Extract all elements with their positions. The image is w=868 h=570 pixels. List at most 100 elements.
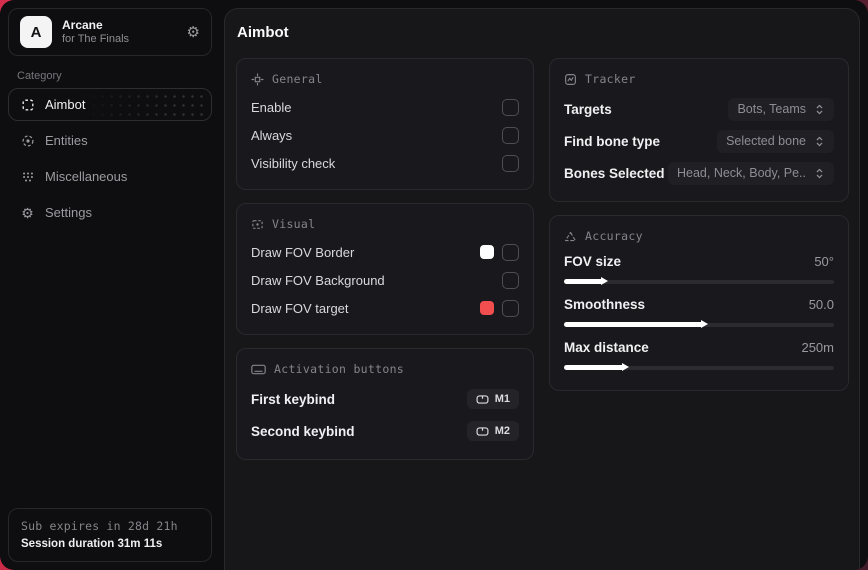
page-title: Aimbot: [237, 24, 289, 41]
max-distance-slider-group: Max distance 250m: [564, 336, 834, 372]
setting-row-draw-fov-border: Draw FOV Border: [251, 238, 519, 266]
fov-size-slider[interactable]: [564, 277, 834, 286]
bones-selected-select[interactable]: Head, Neck, Body, Pe..: [668, 161, 834, 185]
card-header-label: Visual: [272, 217, 316, 231]
slider-value: 50.0: [808, 296, 834, 312]
general-card-header: General: [251, 72, 519, 86]
setting-label: Smoothness: [564, 296, 646, 312]
color-swatch[interactable]: [480, 301, 494, 315]
general-card: General Enable Always Visibility check: [236, 58, 534, 190]
always-checkbox[interactable]: [502, 126, 519, 144]
setting-row-enable: Enable: [251, 93, 519, 121]
color-swatch[interactable]: [480, 245, 494, 259]
sub-expiry-text: Sub expires in 28d 21h: [21, 519, 178, 533]
accuracy-card-header: Accuracy: [564, 229, 834, 243]
card-columns: General Enable Always Visibility check V…: [236, 58, 849, 460]
setting-controls: [480, 243, 519, 261]
first-keybind-button[interactable]: M1: [466, 389, 519, 409]
setting-row-visibility-check: Visibility check: [251, 149, 519, 177]
brand-text: Arcane for The Finals: [62, 18, 129, 47]
setting-label: Enable: [251, 99, 292, 115]
setting-controls: [480, 299, 519, 317]
sidebar-item-label: Aimbot: [45, 97, 86, 112]
setting-row-bones-selected: Bones Selected Head, Neck, Body, Pe..: [564, 157, 834, 189]
slider-value: 250m: [801, 339, 834, 355]
gear-icon: ⚙: [21, 204, 34, 221]
setting-row-always: Always: [251, 121, 519, 149]
setting-label: Bones Selected: [564, 165, 665, 181]
card-header-label: Activation buttons: [274, 362, 405, 376]
sidebar-item-entities[interactable]: Entities: [8, 124, 212, 157]
setting-label: Draw FOV Border: [251, 244, 355, 260]
slider-fill[interactable]: [564, 363, 630, 371]
fov-size-slider-group: FOV size 50°: [564, 250, 834, 286]
scan-target-icon: [20, 133, 35, 148]
activation-card: Activation buttons First keybind M1 Seco…: [236, 348, 534, 460]
targets-select[interactable]: Bots, Teams: [728, 97, 834, 121]
triangle-icon: [564, 230, 577, 243]
sidebar-item-label: Settings: [45, 205, 92, 220]
slider-head: Max distance 250m: [564, 336, 834, 358]
setting-row-draw-fov-target: Draw FOV target: [251, 294, 519, 322]
second-keybind-button[interactable]: M2: [466, 421, 519, 441]
setting-row-targets: Targets Bots, Teams: [564, 93, 834, 125]
sidebar: A Arcane for The Finals ⚙ Category Aimbo…: [0, 0, 220, 570]
unfold-icon: [814, 103, 825, 116]
general-icon: [251, 72, 264, 86]
visual-card: Visual Draw FOV Border Draw FOV Backgrou…: [236, 203, 534, 335]
setting-row-second-keybind: Second keybind M2: [251, 415, 519, 447]
sidebar-item-label: Entities: [45, 133, 88, 148]
smoothness-slider[interactable]: [564, 320, 834, 329]
sidebar-item-settings[interactable]: ⚙ Settings: [8, 196, 212, 229]
enable-checkbox[interactable]: [502, 98, 519, 116]
sidebar-item-miscellaneous[interactable]: Miscellaneous: [8, 160, 212, 193]
find-bone-type-select[interactable]: Selected bone: [717, 129, 834, 153]
unfold-icon: [814, 135, 825, 148]
tracker-card: Tracker Targets Bots, Teams Find bone ty…: [549, 58, 849, 202]
select-value: Selected bone: [726, 134, 806, 148]
card-header-label: General: [272, 72, 323, 86]
activation-card-header: Activation buttons: [251, 362, 519, 376]
subscription-info: Sub expires in 28d 21h Session duration …: [8, 508, 212, 562]
setting-label: First keybind: [251, 391, 336, 407]
slider-fill[interactable]: [564, 277, 608, 285]
main-panel: Aimbot General Enable Always Visibility …: [224, 8, 860, 570]
setting-row-draw-fov-background: Draw FOV Background: [251, 266, 519, 294]
keybind-value: M2: [494, 425, 510, 437]
visibility-check-checkbox[interactable]: [502, 154, 519, 172]
select-value: Bots, Teams: [737, 102, 806, 116]
accuracy-card: Accuracy FOV size 50° Smoothness 50.0 Ma…: [549, 215, 849, 391]
slider-fill[interactable]: [564, 320, 708, 328]
crosshair-frame-icon: [20, 97, 35, 112]
unfold-icon: [814, 167, 825, 180]
draw-fov-target-checkbox[interactable]: [502, 299, 519, 317]
brand-card: A Arcane for The Finals ⚙: [8, 8, 212, 56]
sidebar-item-aimbot[interactable]: Aimbot: [8, 88, 212, 121]
setting-label: Max distance: [564, 339, 649, 355]
app-subtitle: for The Finals: [62, 33, 130, 46]
select-value: Head, Neck, Body, Pe..: [677, 166, 806, 180]
category-label: Category: [17, 70, 62, 82]
app-logo-letter: A: [30, 23, 42, 41]
left-column: General Enable Always Visibility check V…: [236, 58, 534, 460]
tracker-card-header: Tracker: [564, 72, 834, 86]
slider-head: Smoothness 50.0: [564, 293, 834, 315]
app-window: A Arcane for The Finals ⚙ Category Aimbo…: [0, 0, 868, 570]
setting-label: FOV size: [564, 253, 622, 269]
mouse-icon: [476, 426, 489, 436]
app-name: Arcane: [62, 17, 103, 32]
card-header-label: Tracker: [585, 72, 636, 86]
tracker-icon: [564, 73, 577, 86]
right-column: Tracker Targets Bots, Teams Find bone ty…: [549, 58, 849, 460]
setting-row-find-bone-type: Find bone type Selected bone: [564, 125, 834, 157]
draw-fov-background-checkbox[interactable]: [502, 271, 519, 289]
setting-label: Second keybind: [251, 423, 355, 439]
session-duration-text: Session duration 31m 11s: [21, 538, 163, 550]
mouse-icon: [476, 394, 489, 404]
sidebar-nav: Aimbot Entities Miscellaneous ⚙ Settings: [8, 88, 212, 229]
gear-icon[interactable]: ⚙: [187, 25, 200, 40]
smoothness-slider-group: Smoothness 50.0: [564, 293, 834, 329]
draw-fov-border-checkbox[interactable]: [502, 243, 519, 261]
setting-label: Always: [251, 127, 293, 143]
max-distance-slider[interactable]: [564, 363, 834, 372]
